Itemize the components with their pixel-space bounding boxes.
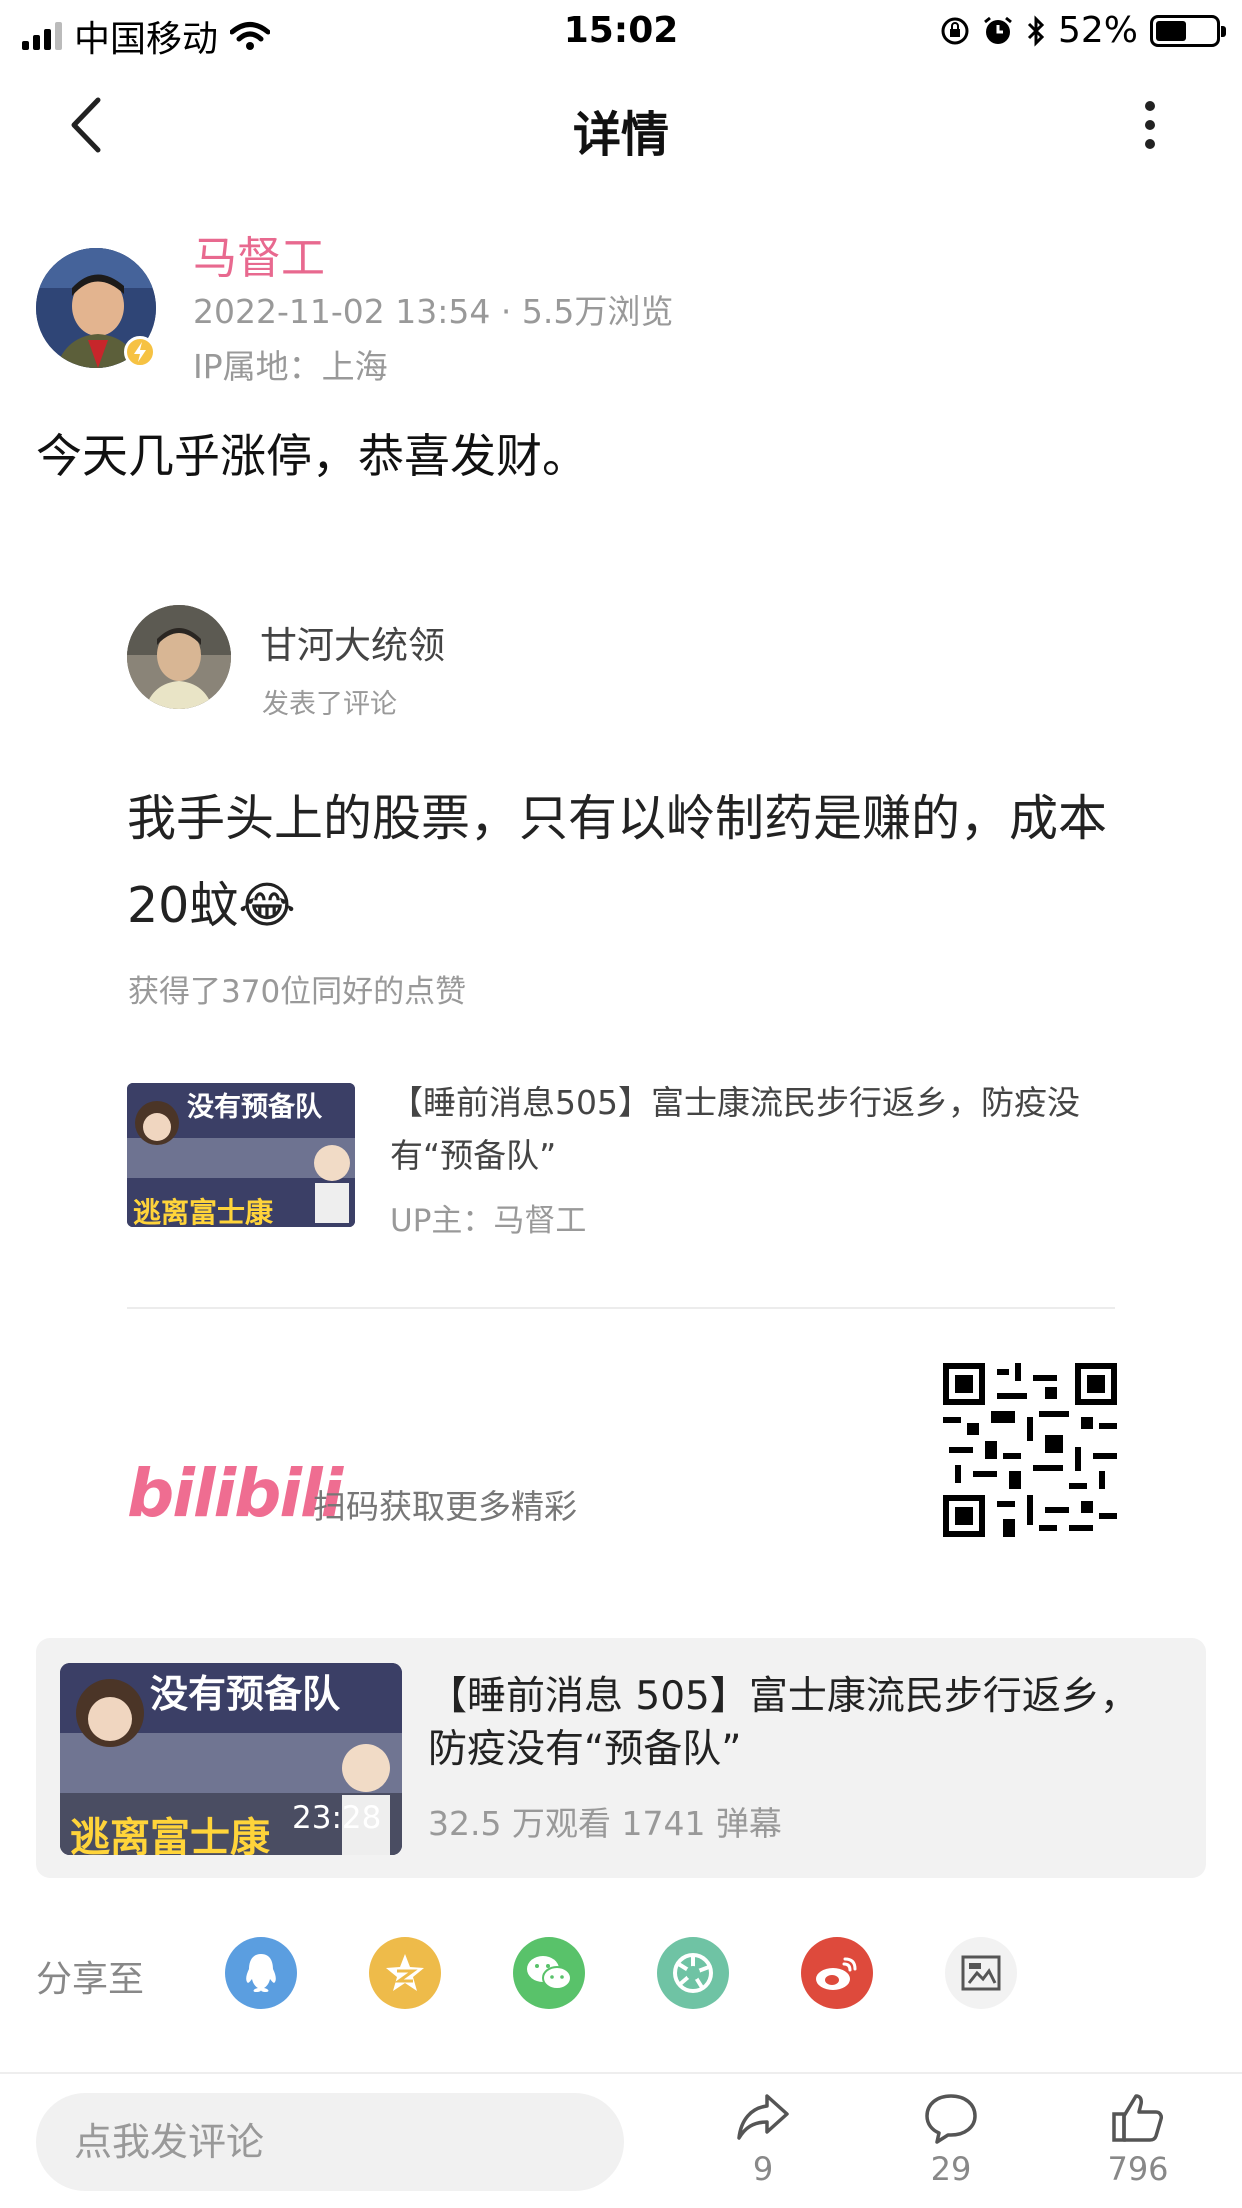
verified-badge-icon — [124, 336, 156, 368]
comment-video-uploader: UP主：马督工 — [390, 1203, 587, 1239]
share-weibo-button[interactable] — [801, 1937, 873, 2009]
comment-video-title[interactable]: 【睡前消息505】富士康流民步行返乡，防疫没有“预备队” — [390, 1076, 1110, 1182]
like-count: 796 — [1107, 2150, 1169, 2188]
more-button[interactable] — [1130, 95, 1170, 155]
share-button[interactable]: 9 — [708, 2090, 818, 2200]
share-label: 分享至 — [36, 1959, 145, 2000]
comment-count: 29 — [930, 2150, 972, 2188]
status-right: 52% — [940, 10, 1226, 51]
video-thumbnail-top-text: 没有预备队 — [150, 1672, 341, 1716]
wechat-icon — [527, 1956, 572, 1990]
page-title: 详情 — [572, 107, 669, 163]
image-icon — [961, 1955, 1001, 1991]
comment-video-thumbnail[interactable]: 没有预备队 逃离富士康 — [127, 1083, 355, 1227]
comment-text: 我手头上的股票，只有以岭制药是赚的，成本20蚊😂 — [127, 790, 1108, 934]
commenter-avatar[interactable] — [127, 605, 231, 709]
comment-action: 发表了评论 — [262, 689, 397, 720]
share-image-button[interactable] — [945, 1937, 1017, 2009]
comment-likes: 获得了370位同好的点赞 — [128, 974, 467, 1010]
divider — [127, 1307, 1115, 1309]
qzone-icon — [386, 1954, 424, 1991]
comment-bubble-icon — [925, 2094, 977, 2144]
bilibili-logo: bilibili — [127, 1455, 343, 1532]
more-vertical-icon — [1130, 101, 1170, 149]
like-button[interactable]: 796 — [1083, 2090, 1193, 2200]
post-meta: 2022-11-02 13:54 · 5.5万浏览 — [193, 292, 674, 331]
share-moments-button[interactable] — [657, 1937, 729, 2009]
post-ip: IP属地：上海 — [193, 347, 388, 386]
post-text: 今天几乎涨停，恭喜发财。 — [36, 429, 588, 483]
share-count: 9 — [752, 2150, 774, 2188]
qr-code-icon — [943, 1363, 1117, 1537]
battery-icon — [1150, 14, 1226, 47]
thumbs-up-icon — [1112, 2094, 1163, 2142]
scan-tip: 扫码获取更多精彩 — [313, 1487, 577, 1526]
share-arrow-icon — [737, 2094, 789, 2140]
share-qq-button[interactable] — [225, 1937, 297, 2009]
share-wechat-button[interactable] — [513, 1937, 585, 2009]
commenter-name[interactable]: 甘河大统领 — [260, 615, 445, 669]
comment-input[interactable]: 点我发评论 — [36, 2093, 624, 2191]
rotation-lock-icon — [941, 17, 969, 44]
alarm-icon — [984, 16, 1012, 44]
video-card-stats: 32.5 万观看 1741 弹幕 — [428, 1804, 782, 1843]
video-duration: 23:28 — [292, 1800, 382, 1836]
battery-fill — [1156, 20, 1187, 41]
video-thumbnail-bottom-text: 逃离富士康 — [70, 1815, 270, 1855]
moments-icon — [673, 1953, 713, 1993]
qq-icon — [246, 1954, 276, 1992]
thumbnail-bottom-text: 逃离富士康 — [133, 1196, 274, 1227]
video-card-title[interactable]: 【睡前消息 505】富士康流民步行返乡，防疫没有“预备队” — [428, 1670, 1158, 1776]
share-qzone-button[interactable] — [369, 1937, 441, 2009]
bluetooth-icon — [1027, 14, 1045, 47]
commenter-avatar-image — [127, 605, 231, 709]
status-bar: 中国移动 15:02 52% — [0, 0, 1242, 62]
weibo-icon — [816, 1957, 857, 1990]
comment-button[interactable]: 29 — [896, 2090, 1006, 2200]
author-name[interactable]: 马督工 — [193, 222, 325, 286]
thumbnail-top-text: 没有预备队 — [187, 1092, 322, 1123]
battery-label: 52% — [1057, 10, 1138, 51]
bottom-bar-divider — [0, 2072, 1242, 2074]
